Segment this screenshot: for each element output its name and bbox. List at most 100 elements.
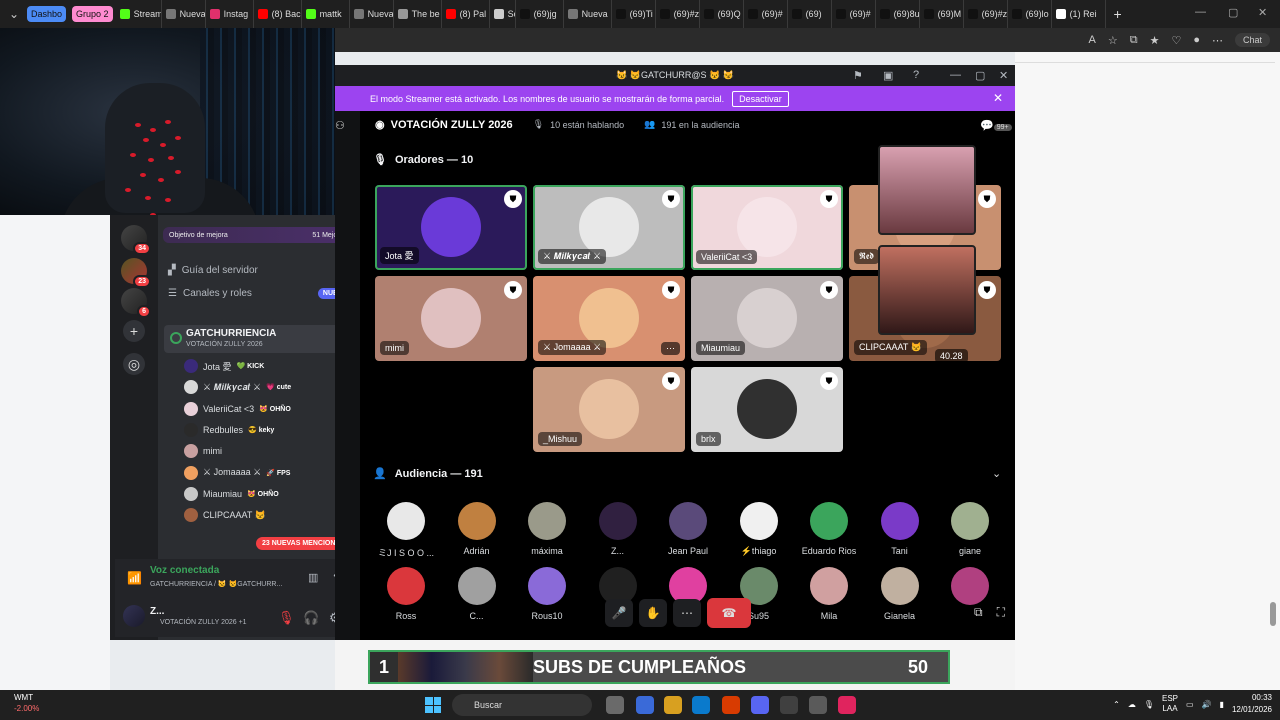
taskbar-search[interactable]: Buscar [452, 694, 592, 716]
browser-tab[interactable]: (69)lo [1008, 0, 1052, 28]
soundboard-icon[interactable]: ▥ [308, 571, 318, 584]
avatar[interactable] [123, 605, 145, 627]
windows-start-icon[interactable] [425, 697, 441, 713]
collapse-chevron-icon[interactable]: ⌄ [992, 467, 1001, 480]
signal-icon[interactable]: 📶 [127, 571, 142, 585]
audience-member[interactable]: Jean Paul [653, 502, 723, 556]
obs-icon[interactable] [780, 696, 798, 714]
voice-user[interactable]: CLIPCAAAT 😾⊘ [184, 506, 348, 524]
tile-options-icon[interactable]: ⋯ [661, 342, 680, 355]
browser-tab[interactable]: (69)Ti [612, 0, 656, 28]
tab-group[interactable]: Dashbo [27, 6, 67, 22]
minimize-icon[interactable]: — [1195, 6, 1206, 18]
discord-icon[interactable] [751, 696, 769, 714]
browser-tab[interactable]: (8) Bac [254, 0, 302, 28]
maximize-icon[interactable]: ▢ [1228, 6, 1238, 19]
browser-tab[interactable]: The be [394, 0, 442, 28]
office-icon[interactable] [722, 696, 740, 714]
voice-user[interactable]: ⚔ 𝑴𝒊𝒍𝒌𝒚𝒄𝒂𝒕 ⚔ 💗 cute [184, 378, 348, 396]
maximize-icon[interactable]: ▢ [975, 69, 985, 82]
channel-server-guide[interactable]: ▞ Guía del servidor [168, 265, 258, 276]
copilot-icon[interactable] [636, 696, 654, 714]
raise-hand-icon[interactable]: ✋ [639, 599, 667, 627]
browser-tab[interactable]: Stream [116, 0, 162, 28]
browser-tab[interactable]: Instag [206, 0, 254, 28]
speaker-tile[interactable]: ⛊ Jota 愛 [375, 185, 527, 270]
speaker-tile[interactable]: ⛊ brlx [691, 367, 843, 452]
server-icon[interactable]: 6 [121, 288, 151, 318]
more-options-icon[interactable]: ⋯ [673, 599, 701, 627]
server-icon[interactable]: 23 [121, 258, 151, 288]
server-icon[interactable]: 34 [121, 225, 151, 255]
minimize-icon[interactable]: — [950, 69, 961, 81]
speaker-tile[interactable]: ⛊ ⚔ Jomaaaa ⚔ ⋯ [533, 276, 685, 361]
language-indicator[interactable]: ESP LAA [1162, 694, 1178, 714]
browser-tab[interactable]: Nueva [564, 0, 612, 28]
audience-member[interactable]: Ross [371, 567, 441, 621]
speaker-tile[interactable]: ⛊ ⚔ 𝑴𝒊𝒍𝒌𝒚𝒄𝒂𝒕 ⚔ [533, 185, 685, 270]
copilot-chat-button[interactable]: Chat [1234, 33, 1270, 47]
speaker-tile[interactable]: ⛊ ValeriiCat <3 [691, 185, 843, 270]
disable-streamer-button[interactable]: Desactivar [732, 90, 789, 107]
audience-member[interactable]: Mila [794, 567, 864, 621]
chevron-up-icon[interactable]: ⌃ [1113, 700, 1120, 709]
close-window-icon[interactable]: ✕ [999, 69, 1008, 82]
page-scrollbar[interactable] [1270, 602, 1276, 626]
browser-essentials-icon[interactable]: ♡ [1171, 34, 1181, 47]
explore-servers-icon[interactable]: ◎ [123, 353, 145, 375]
tab-list-chevron-icon[interactable]: ⌄ [4, 4, 24, 24]
task-view-icon[interactable] [606, 696, 624, 714]
voice-user[interactable]: ValeriiCat <3 😻 OHÑO [184, 400, 348, 418]
browser-tab[interactable]: (69)#z [656, 0, 700, 28]
favorite-star-icon[interactable]: ☆ [1108, 34, 1118, 47]
chat-bubble-icon[interactable]: 💬 99+ [980, 119, 1012, 132]
audience-member[interactable]: Adrián [442, 502, 512, 556]
audience-member[interactable]: Eduardo Rios [794, 502, 864, 556]
tab-group[interactable]: Grupo 2 [72, 6, 113, 22]
audience-member[interactable]: Z... [583, 502, 653, 556]
profile-avatar-icon[interactable]: ● [1193, 34, 1200, 46]
browser-tab[interactable]: Nueva [162, 0, 206, 28]
audience-member[interactable]: C... [442, 567, 512, 621]
stock-widget[interactable]: WMT -2.00% [14, 692, 39, 714]
invite-icon[interactable]: ⚇ [335, 119, 345, 132]
audience-member[interactable]: giane [935, 502, 1005, 556]
file-explorer-icon[interactable] [664, 696, 682, 714]
browser-tab[interactable]: (69)# [744, 0, 788, 28]
leave-stage-button[interactable]: ☎ [707, 598, 751, 628]
voice-channel-gatchurriencia[interactable]: GATCHURRIENCIA VOTACIÓN ZULLY 2026 [164, 325, 354, 353]
browser-tab[interactable]: mattk [302, 0, 350, 28]
onedrive-icon[interactable]: ☁ [1128, 700, 1136, 709]
close-banner-icon[interactable]: ✕ [993, 91, 1003, 105]
screen-icon[interactable]: ▣ [883, 69, 893, 82]
audience-member[interactable]: Gianela [865, 567, 935, 621]
voice-user[interactable]: Redbulles 😎 keky [184, 421, 348, 439]
network-icon[interactable]: ▭ [1186, 700, 1194, 709]
fullscreen-icon[interactable]: ⛶ [997, 605, 1005, 620]
browser-tab[interactable]: (69)jg [516, 0, 564, 28]
inbox-flag-icon[interactable]: ⚑ [853, 69, 863, 82]
audience-member[interactable]: ミJ I S O O ... [371, 502, 441, 559]
voice-user[interactable]: Miaumiau😻 OHÑO⊘ [184, 485, 348, 503]
clock[interactable]: 00:33 12/01/2026 [1232, 692, 1272, 716]
browser-tab[interactable]: Nueva [350, 0, 394, 28]
browser-tab[interactable]: (69) [788, 0, 832, 28]
mic-icon[interactable]: 🎙 [1144, 700, 1154, 709]
browser-tab[interactable]: (8) Pal [442, 0, 490, 28]
mic-muted-icon[interactable]: 🎙 [278, 610, 295, 626]
request-to-speak-icon[interactable]: 🎤 [605, 599, 633, 627]
channel-channels-roles[interactable]: ☰ Canales y roles NUEVO [168, 288, 353, 299]
speaker-tile[interactable]: ⛊ _Mishuu [533, 367, 685, 452]
server-boost-goal[interactable]: Objetivo de mejora 51 Mejoras [163, 227, 353, 243]
help-icon[interactable]: ? [913, 69, 919, 81]
audience-member[interactable]: máxima [512, 502, 582, 556]
headphones-icon[interactable]: 🎧 [303, 610, 319, 626]
add-server-icon[interactable]: + [123, 320, 145, 342]
browser-tab[interactable]: (69)M [920, 0, 964, 28]
browser-tab[interactable]: Sc [490, 0, 516, 28]
favorites-icon[interactable]: ★ [1150, 34, 1160, 47]
split-screen-icon[interactable]: ⧉ [1130, 34, 1138, 47]
voice-user[interactable]: Jota 愛 💚 KICK [184, 357, 348, 375]
voice-user[interactable]: ⚔ Jomaaaa ⚔🚀 FPS⊘ [184, 464, 348, 482]
browser-tab[interactable]: (69)# [832, 0, 876, 28]
